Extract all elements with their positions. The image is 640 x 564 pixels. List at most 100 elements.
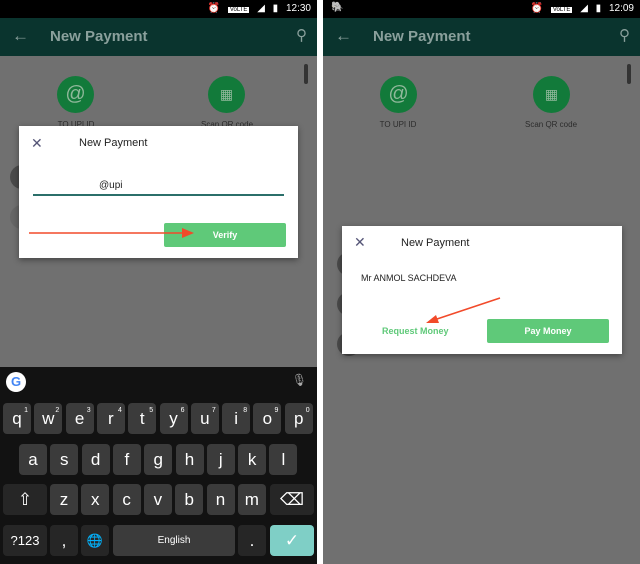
upi-id-input[interactable]: @upi (33, 180, 284, 196)
key-hint: 8 (243, 407, 248, 414)
scrollbar[interactable] (627, 64, 631, 84)
payee-name: Mr ANMOL SACHDEVA (361, 273, 457, 283)
key-label: t (139, 409, 145, 428)
close-icon[interactable]: ✕ (354, 234, 366, 251)
key-label: v (153, 490, 163, 509)
key-label: a (28, 450, 38, 469)
annotation-arrow (29, 228, 194, 238)
key-label: j (218, 450, 223, 469)
close-icon[interactable]: ✕ (31, 135, 43, 152)
period-key[interactable]: . (238, 525, 266, 556)
key-o[interactable]: o9 (253, 403, 282, 434)
request-money-button[interactable]: Request Money (382, 326, 449, 336)
key-y[interactable]: y6 (159, 403, 188, 434)
signal-icon: ◢ (257, 3, 265, 14)
key-l[interactable]: l (269, 444, 298, 475)
key-label: f (124, 450, 130, 469)
key-m[interactable]: m (237, 484, 266, 515)
key-label: ?123 (10, 533, 40, 548)
key-e[interactable]: e3 (65, 403, 94, 434)
new-payment-dialog: ✕ New Payment @upi Verify (19, 126, 298, 258)
key-label: . (249, 531, 255, 550)
qr-icon[interactable]: ▦ (208, 76, 245, 113)
back-arrow-icon[interactable]: ← (12, 26, 29, 46)
globe-icon[interactable]: 🌐 (81, 525, 109, 556)
key-n[interactable]: n (206, 484, 235, 515)
key-label: o (262, 409, 273, 428)
key-hint: 6 (180, 407, 185, 414)
at-icon[interactable]: @ (380, 76, 417, 113)
key-c[interactable]: c (112, 484, 141, 515)
page-title: New Payment (50, 28, 148, 45)
key-label: q (12, 409, 22, 428)
option-label: TO UPI ID (379, 120, 417, 129)
key-hint: 2 (55, 407, 60, 414)
signal-icon: ◢ (580, 3, 588, 14)
toolbar: ← New Payment ⚲ (323, 18, 640, 56)
key-hint: 5 (149, 407, 154, 414)
at-icon[interactable]: @ (57, 76, 94, 113)
search-icon[interactable]: ⚲ (296, 26, 307, 44)
key-x[interactable]: x (81, 484, 110, 515)
key-label: e (74, 409, 85, 428)
network-badge: VoLTE (550, 7, 573, 13)
scrollbar[interactable] (304, 64, 308, 84)
clock: 12:09 (608, 3, 634, 14)
key-a[interactable]: a (19, 444, 47, 475)
key-f[interactable]: f (112, 444, 141, 475)
search-icon[interactable]: ⚲ (619, 26, 630, 44)
option-label: Scan QR code (524, 120, 578, 129)
key-label: ✓ (284, 531, 300, 550)
new-payment-dialog: ✕ New Payment Mr ANMOL SACHDEVA Request … (342, 226, 622, 354)
key-p[interactable]: p0 (284, 403, 313, 434)
symbols-key[interactable]: ?123 (3, 525, 47, 556)
page-title: New Payment (373, 28, 471, 45)
right-screen: 🐘 ⏰ VoLTE ◢ ▮ 12:09 ← New Payment ⚲ @ TO… (323, 0, 640, 564)
alarm-icon: ⏰ (530, 3, 544, 14)
key-hint: 9 (274, 407, 279, 414)
key-g[interactable]: g (144, 444, 173, 475)
key-label: 🌐 (86, 533, 104, 548)
key-label: English (157, 535, 191, 546)
status-bar: 🐘 ⏰ VoLTE ◢ ▮ 12:09 (323, 0, 640, 18)
evernote-icon: 🐘 (331, 2, 344, 13)
key-label: r (108, 409, 114, 428)
status-bar: ⏰ VoLTE ◢ ▮ 12:30 (0, 0, 317, 18)
key-hint: 0 (305, 407, 310, 414)
back-arrow-icon[interactable]: ← (335, 26, 352, 46)
key-b[interactable]: b (175, 484, 204, 515)
key-label: s (60, 450, 69, 469)
key-w[interactable]: w2 (34, 403, 63, 434)
key-label: w (42, 409, 55, 428)
google-icon[interactable]: G (6, 372, 26, 392)
key-label: ⌫ (279, 490, 305, 509)
key-u[interactable]: u7 (190, 403, 219, 434)
key-k[interactable]: k (238, 444, 267, 475)
key-r[interactable]: r4 (96, 403, 125, 434)
key-label: u (200, 409, 210, 428)
key-s[interactable]: s (50, 444, 79, 475)
shift-key[interactable]: ⇧ (3, 484, 47, 515)
key-z[interactable]: z (50, 484, 78, 515)
pay-money-button[interactable]: Pay Money (487, 319, 609, 343)
key-hint: 3 (86, 407, 91, 414)
space-key[interactable]: English (113, 525, 235, 556)
backspace-key[interactable]: ⌫ (270, 484, 314, 515)
comma-key[interactable]: , (50, 525, 78, 556)
qr-icon[interactable]: ▦ (533, 76, 570, 113)
key-hint: 7 (211, 407, 216, 414)
key-j[interactable]: j (206, 444, 235, 475)
key-label: y (169, 409, 178, 428)
key-q[interactable]: q1 (3, 403, 31, 434)
key-i[interactable]: i8 (222, 403, 251, 434)
key-label: p (293, 409, 304, 428)
key-d[interactable]: d (81, 444, 110, 475)
key-h[interactable]: h (175, 444, 204, 475)
alarm-icon: ⏰ (207, 3, 221, 14)
key-label: n (215, 490, 226, 509)
microphone-icon[interactable]: 🎙 (292, 373, 307, 387)
key-t[interactable]: t5 (128, 403, 157, 434)
enter-check-icon[interactable]: ✓ (270, 525, 314, 556)
key-v[interactable]: v (143, 484, 172, 515)
key-hint: 4 (117, 407, 122, 414)
